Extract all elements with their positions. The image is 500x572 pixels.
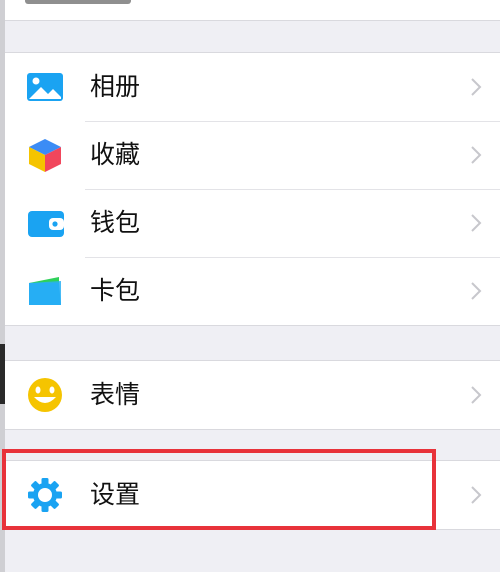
card-pack-icon: [25, 273, 65, 309]
menu-group-stickers: 表情: [5, 360, 500, 430]
chevron-right-icon: [470, 77, 482, 97]
menu-item-stickers[interactable]: 表情: [5, 361, 500, 429]
chevron-right-icon: [470, 145, 482, 165]
menu-item-card-pack[interactable]: 卡包: [5, 257, 500, 325]
menu-item-label: 收藏: [90, 140, 141, 169]
menu-item-label: 设置: [90, 480, 141, 509]
chevron-right-icon: [470, 213, 482, 233]
previous-section-bottom: [5, 0, 500, 21]
menu-item-label: 钱包: [90, 208, 141, 237]
chevron-right-icon: [470, 385, 482, 405]
wallet-icon: [25, 205, 65, 241]
favorites-cube-icon: [25, 137, 65, 173]
gear-icon: [25, 477, 65, 513]
menu-item-album[interactable]: 相册: [5, 53, 500, 121]
menu-item-wallet[interactable]: 钱包: [5, 189, 500, 257]
menu-item-label: 相册: [90, 72, 141, 101]
menu-item-favorites[interactable]: 收藏: [5, 121, 500, 189]
menu-group-primary: 相册 收藏 钱包 卡包: [5, 52, 500, 326]
menu-item-label: 卡包: [90, 276, 141, 305]
photo-album-icon: [25, 69, 65, 105]
chevron-right-icon: [470, 281, 482, 301]
chevron-right-icon: [470, 485, 482, 505]
menu-group-settings: 设置: [5, 460, 500, 530]
previous-item-thumbnail: [25, 0, 131, 4]
menu-item-settings[interactable]: 设置: [5, 461, 500, 529]
smiley-face-icon: [25, 377, 65, 413]
menu-item-label: 表情: [90, 380, 141, 409]
